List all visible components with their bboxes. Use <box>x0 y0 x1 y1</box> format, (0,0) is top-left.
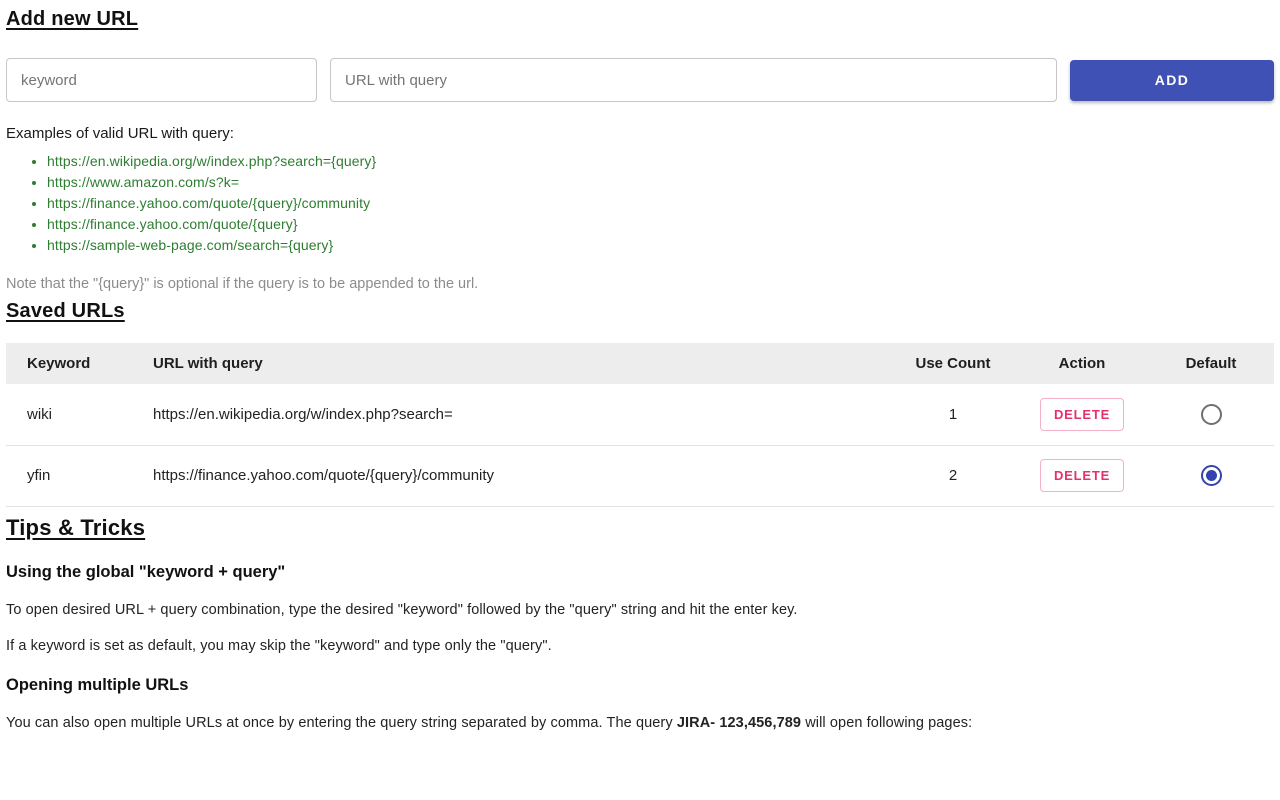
tip-paragraph: If a keyword is set as default, you may … <box>6 638 1274 654</box>
saved-urls-heading: Saved URLs <box>6 292 1274 323</box>
example-url: https://finance.yahoo.com/quote/{query}/… <box>47 193 1274 214</box>
column-header-url: URL with query <box>152 343 890 384</box>
row-url: https://en.wikipedia.org/w/index.php?sea… <box>152 384 890 445</box>
tip-paragraph-multiple: You can also open multiple URLs at once … <box>6 715 1274 731</box>
delete-button[interactable]: DELETE <box>1040 398 1124 431</box>
row-use-count: 1 <box>890 384 1016 445</box>
example-url: https://finance.yahoo.com/quote/{query} <box>47 214 1274 235</box>
query-optional-note: Note that the "{query}" is optional if t… <box>6 276 1274 292</box>
column-header-keyword: Keyword <box>6 343 152 384</box>
saved-urls-table-header: Keyword URL with query Use Count Action … <box>6 343 1274 384</box>
column-header-action: Action <box>1016 343 1148 384</box>
tip-text-query-example: JIRA- 123,456,789 <box>677 715 801 731</box>
table-row: yfin https://finance.yahoo.com/quote/{qu… <box>6 445 1274 506</box>
examples-title: Examples of valid URL with query: <box>6 125 1274 142</box>
default-radio[interactable] <box>1201 404 1222 425</box>
table-row: wiki https://en.wikipedia.org/w/index.ph… <box>6 384 1274 445</box>
tip-subheading-multiple-urls: Opening multiple URLs <box>6 676 1274 695</box>
tip-subheading-global-keyword: Using the global "keyword + query" <box>6 563 1274 582</box>
keyword-input[interactable] <box>6 58 317 102</box>
tip-paragraph: To open desired URL + query combination,… <box>6 602 1274 618</box>
add-url-form: ADD <box>6 58 1274 102</box>
url-with-query-input[interactable] <box>330 58 1057 102</box>
tip-text: You can also open multiple URLs at once … <box>6 715 677 731</box>
default-radio[interactable] <box>1201 465 1222 486</box>
example-url: https://en.wikipedia.org/w/index.php?sea… <box>47 151 1274 172</box>
row-keyword: yfin <box>6 445 152 506</box>
delete-button[interactable]: DELETE <box>1040 459 1124 492</box>
example-url: https://www.amazon.com/s?k= <box>47 172 1274 193</box>
add-new-url-heading: Add new URL <box>6 0 1274 31</box>
column-header-default: Default <box>1148 343 1274 384</box>
row-keyword: wiki <box>6 384 152 445</box>
saved-urls-table: Keyword URL with query Use Count Action … <box>6 343 1274 507</box>
example-url: https://sample-web-page.com/search={quer… <box>47 235 1274 256</box>
tips-and-tricks-heading: Tips & Tricks <box>6 507 1274 541</box>
options-page: Add new URL ADD Examples of valid URL wi… <box>0 0 1280 731</box>
row-url: https://finance.yahoo.com/quote/{query}/… <box>152 445 890 506</box>
tip-text: will open following pages: <box>801 715 972 731</box>
example-url-list: https://en.wikipedia.org/w/index.php?sea… <box>6 151 1274 256</box>
row-use-count: 2 <box>890 445 1016 506</box>
add-button[interactable]: ADD <box>1070 60 1274 101</box>
column-header-use-count: Use Count <box>890 343 1016 384</box>
